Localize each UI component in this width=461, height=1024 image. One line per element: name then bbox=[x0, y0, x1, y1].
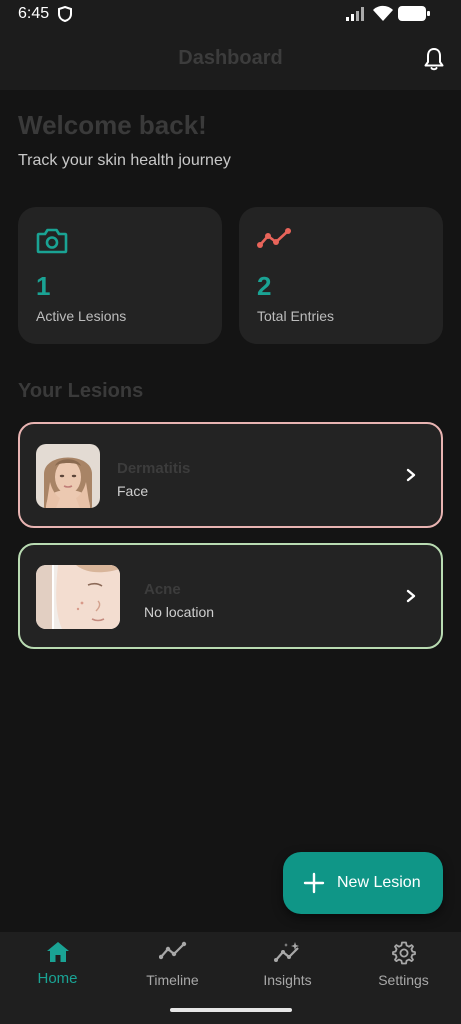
section-title-your-lesions: Your Lesions bbox=[18, 380, 144, 402]
lesion-thumbnail bbox=[36, 444, 100, 508]
nav-item-home[interactable]: Home bbox=[0, 932, 115, 1012]
welcome-heading: Welcome back! bbox=[18, 110, 207, 140]
chevron-right-icon bbox=[406, 468, 416, 482]
nav-label: Insights bbox=[263, 972, 312, 988]
bottom-nav: Home Timeline Insights Settings bbox=[0, 932, 461, 1024]
lesion-card-dermatitis[interactable]: Dermatitis Face bbox=[18, 422, 443, 528]
nav-item-settings[interactable]: Settings bbox=[346, 932, 461, 1012]
trend-line-icon bbox=[257, 228, 291, 248]
insights-icon bbox=[273, 942, 299, 962]
signal-icon bbox=[346, 7, 364, 21]
home-icon bbox=[46, 942, 69, 962]
timeline-icon bbox=[158, 941, 186, 960]
camera-icon bbox=[36, 228, 68, 254]
nav-item-insights[interactable]: Insights bbox=[230, 932, 345, 1012]
lesion-thumbnail bbox=[36, 565, 120, 629]
chevron-right-icon bbox=[406, 589, 416, 603]
nav-item-timeline[interactable]: Timeline bbox=[115, 932, 230, 1012]
welcome-subtitle: Track your skin health journey bbox=[18, 152, 231, 169]
nav-label: Settings bbox=[378, 972, 429, 988]
nav-label: Home bbox=[37, 970, 78, 987]
lesion-card-acne[interactable]: Acne No location bbox=[18, 543, 443, 649]
nav-label: Timeline bbox=[146, 972, 199, 988]
page-title: Dashboard bbox=[178, 47, 283, 69]
stat-label: Total Entries bbox=[257, 308, 335, 324]
stat-card-active-lesions: 1 Active Lesions bbox=[18, 207, 222, 344]
bell-icon[interactable] bbox=[423, 47, 445, 71]
stat-card-total-entries: 2 Total Entries bbox=[239, 207, 443, 344]
wifi-icon bbox=[373, 5, 393, 21]
status-bar: 6:45 bbox=[0, 0, 461, 28]
gear-icon bbox=[391, 941, 416, 965]
app-bar: Dashboard bbox=[0, 28, 461, 90]
new-lesion-button[interactable]: New Lesion bbox=[283, 852, 443, 914]
lesion-name: Dermatitis bbox=[117, 460, 191, 477]
new-lesion-label: New Lesion bbox=[337, 874, 421, 891]
lesion-name: Acne bbox=[144, 581, 181, 598]
battery-icon bbox=[398, 6, 430, 21]
shield-icon bbox=[58, 6, 72, 22]
stat-value: 2 bbox=[257, 271, 272, 301]
home-indicator bbox=[170, 1008, 292, 1012]
stat-value: 1 bbox=[36, 271, 51, 301]
lesion-location: No location bbox=[144, 604, 215, 620]
stat-label: Active Lesions bbox=[36, 308, 127, 324]
status-time: 6:45 bbox=[18, 5, 50, 22]
plus-icon bbox=[303, 872, 325, 894]
lesion-location: Face bbox=[117, 483, 149, 499]
